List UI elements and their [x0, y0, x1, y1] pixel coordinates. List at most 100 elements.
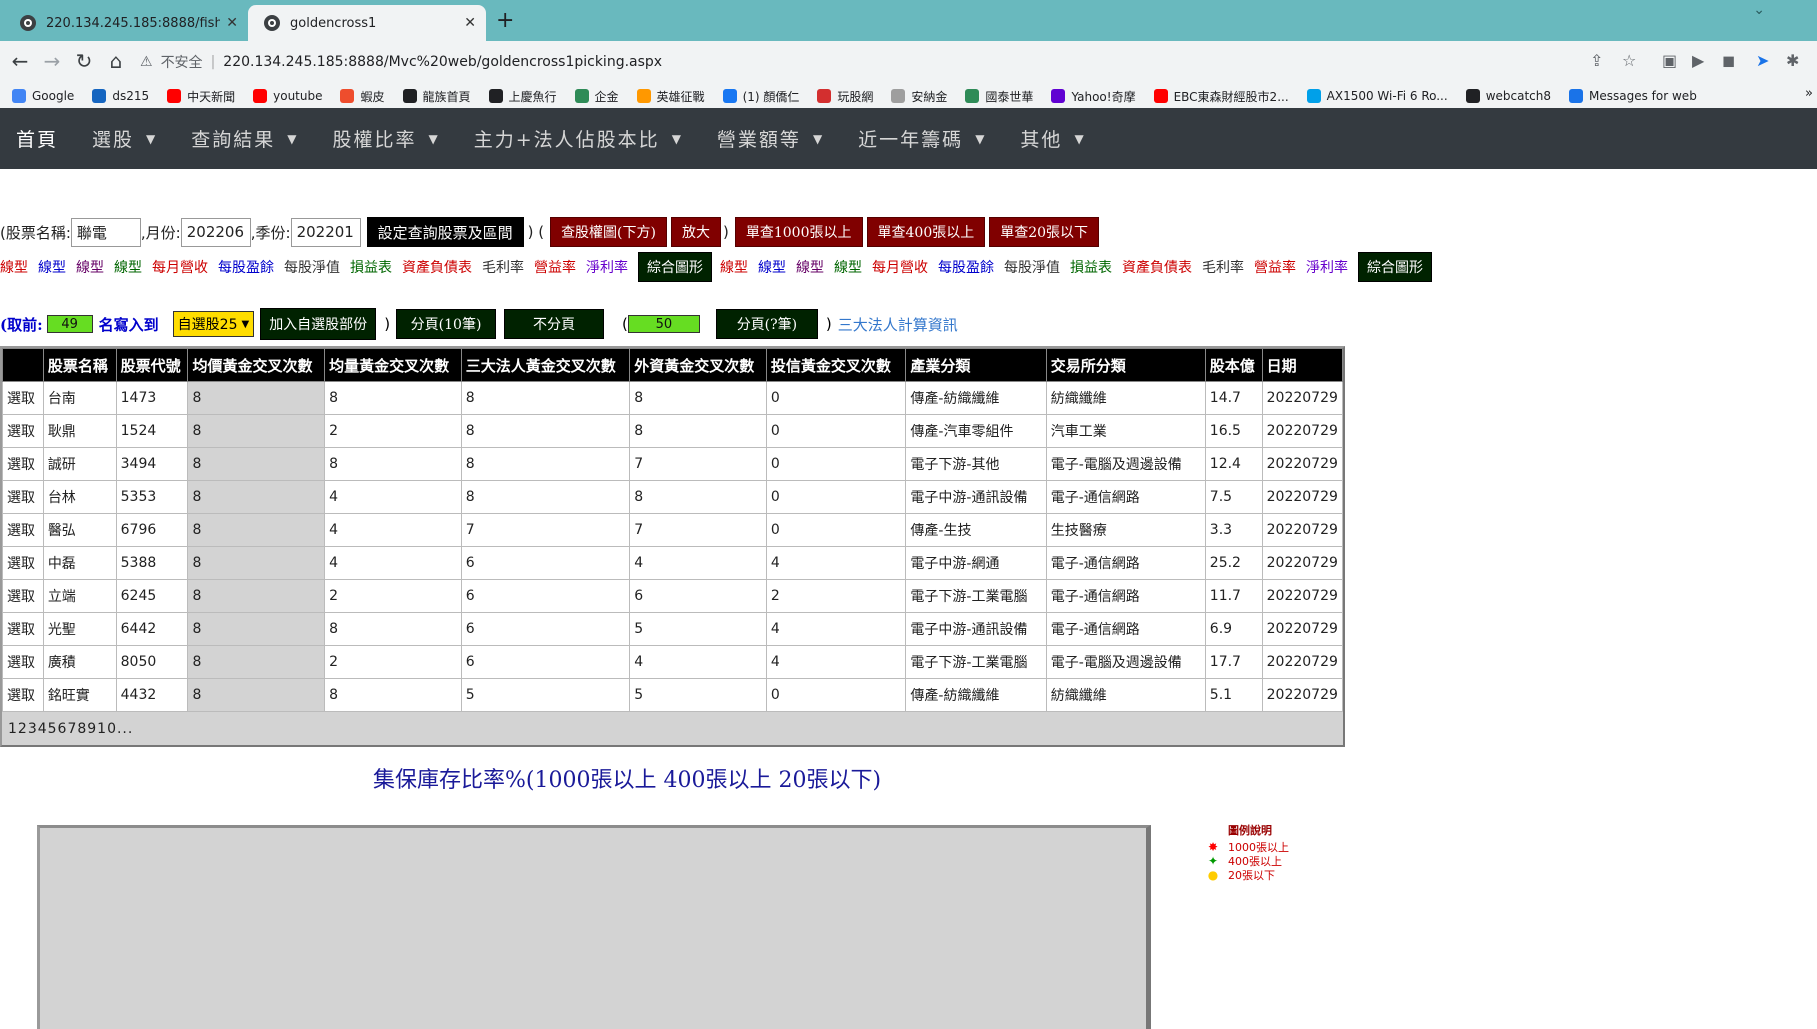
select-link[interactable]: 選取	[2, 579, 44, 613]
chart-link[interactable]: 線型	[38, 257, 66, 277]
composite-chart-button[interactable]: 綜合圖形	[638, 252, 712, 282]
nav-menu-query-results[interactable]: 查詢結果 ▼	[191, 125, 298, 152]
select-link[interactable]: 選取	[2, 414, 44, 448]
nav-menu-major-institutional[interactable]: 主力+法人佔股本比 ▼	[474, 125, 683, 152]
bookmark-item[interactable]: ds215	[92, 89, 149, 103]
bookmark-item[interactable]: 龍族首頁	[402, 88, 471, 105]
nav-menu-chips-year[interactable]: 近一年籌碼 ▼	[858, 125, 986, 152]
select-link[interactable]: 選取	[2, 678, 44, 712]
institutional-info-link[interactable]: 三大法人計算資訊	[838, 314, 958, 335]
close-icon[interactable]: ✕	[464, 15, 476, 31]
browser-tab-1[interactable]: 220.134.245.185:8888/fishnew ✕	[4, 5, 248, 41]
chart-link[interactable]: 資產負債表	[402, 257, 472, 277]
chart-link[interactable]: 每月營收	[152, 257, 208, 277]
bookmark-item[interactable]: 蝦皮	[340, 88, 385, 105]
query-400-button[interactable]: 單查400張以上	[866, 217, 986, 247]
nav-menu-stock-picking[interactable]: 選股 ▼	[92, 125, 157, 152]
select-link[interactable]: 選取	[2, 645, 44, 679]
chart-link[interactable]: 毛利率	[482, 257, 524, 277]
chart-link[interactable]: 每股淨值	[1004, 257, 1060, 277]
stock-name-input[interactable]: 聯電	[70, 217, 141, 247]
back-arrow-icon[interactable]: ←	[8, 49, 32, 73]
chart-link[interactable]: 損益表	[1070, 257, 1112, 277]
star-icon[interactable]: ☆	[1622, 51, 1636, 70]
pagination-links[interactable]: 12345678910...	[8, 721, 133, 737]
select-link[interactable]: 選取	[2, 546, 44, 580]
select-link[interactable]: 選取	[2, 612, 44, 646]
extension-icon[interactable]: ◼	[1722, 51, 1735, 70]
chart-link[interactable]: 營益率	[534, 257, 576, 277]
chart-link[interactable]: 線型	[0, 257, 28, 277]
share-icon[interactable]: ⇪	[1590, 51, 1603, 70]
nav-menu-other[interactable]: 其他 ▼	[1020, 125, 1085, 152]
chart-link[interactable]: 毛利率	[1202, 257, 1244, 277]
chart-link[interactable]: 線型	[758, 257, 786, 277]
bookmark-item[interactable]: 玩股網	[817, 88, 873, 105]
chart-link[interactable]: 線型	[796, 257, 824, 277]
bookmark-item[interactable]: Google	[12, 89, 74, 103]
close-icon[interactable]: ✕	[226, 15, 238, 31]
bookmark-item[interactable]: 上慶魚行	[488, 88, 557, 105]
chart-link[interactable]: 淨利率	[586, 257, 628, 277]
bookmarks-more-button[interactable]: »	[1805, 86, 1813, 101]
add-watchlist-button[interactable]: 加入自選股部份	[260, 308, 377, 340]
chart-link[interactable]: 每股盈餘	[938, 257, 994, 277]
extension-icon[interactable]: ➤	[1756, 51, 1769, 70]
bookmark-item[interactable]: 企金	[574, 88, 619, 105]
puzzle-icon[interactable]: ✱	[1786, 51, 1799, 70]
query-1000-button[interactable]: 單查1000張以上	[734, 217, 863, 247]
zoom-button[interactable]: 放大	[671, 217, 721, 247]
chart-link[interactable]: 每股淨值	[284, 257, 340, 277]
address-bar[interactable]: ⚠ 不安全 | 220.134.245.185:8888/Mvc%20web/g…	[140, 47, 1640, 77]
bookmark-item[interactable]: youtube	[253, 89, 322, 103]
chart-link[interactable]: 線型	[720, 257, 748, 277]
nav-home[interactable]: 首頁	[16, 125, 58, 152]
no-paging-button[interactable]: 不分頁	[504, 309, 605, 339]
chart-link[interactable]: 線型	[114, 257, 142, 277]
extension-icon[interactable]: ▣	[1662, 51, 1677, 70]
bookmark-item[interactable]: 安納金	[891, 88, 947, 105]
extension-icon[interactable]: ▶	[1692, 51, 1704, 70]
bookmark-item[interactable]: Messages for web	[1569, 89, 1697, 103]
select-link[interactable]: 選取	[2, 381, 44, 415]
composite-chart-button[interactable]: 綜合圖形	[1358, 252, 1432, 282]
take-top-input[interactable]: 49	[46, 315, 93, 333]
page-10-button[interactable]: 分頁(10筆)	[396, 309, 497, 339]
chevron-down-icon[interactable]: ⌄	[1753, 2, 1765, 18]
page-custom-button[interactable]: 分頁(?筆)	[715, 309, 818, 339]
chart-link[interactable]: 每月營收	[872, 257, 928, 277]
chart-link[interactable]: 線型	[834, 257, 862, 277]
bookmark-item[interactable]: 國泰世華	[965, 88, 1033, 105]
chart-link[interactable]: 資產負債表	[1122, 257, 1192, 277]
bookmark-item[interactable]: EBC東森財經股市2...	[1153, 88, 1289, 105]
bookmark-item[interactable]: 英雄征戰	[636, 88, 705, 105]
forward-arrow-icon[interactable]: →	[40, 49, 64, 73]
set-query-button[interactable]: 設定查詢股票及區間	[366, 217, 524, 247]
bookmark-item[interactable]: AX1500 Wi-Fi 6 Ro...	[1306, 89, 1448, 103]
nav-menu-revenue[interactable]: 營業額等 ▼	[717, 125, 824, 152]
select-link[interactable]: 選取	[2, 480, 44, 514]
nav-menu-equity-ratio[interactable]: 股權比率 ▼	[333, 125, 440, 152]
bookmark-item[interactable]: 中天新聞	[167, 88, 235, 105]
chart-link[interactable]: 營益率	[1254, 257, 1296, 277]
chart-link[interactable]: 淨利率	[1306, 257, 1348, 277]
query-20-button[interactable]: 單查20張以下	[989, 217, 1100, 247]
browser-tab-2[interactable]: goldencross1 ✕	[248, 5, 486, 41]
bookmark-item[interactable]: Yahoo!奇摩	[1051, 88, 1136, 105]
select-link[interactable]: 選取	[2, 513, 44, 547]
home-icon[interactable]: ⌂	[104, 49, 128, 73]
nav-menu-label: 其他	[1020, 129, 1063, 151]
chart-link[interactable]: 損益表	[350, 257, 392, 277]
season-input[interactable]: 202201	[290, 217, 361, 247]
equity-chart-button[interactable]: 查股權圖(下方)	[550, 217, 667, 247]
page-size-input[interactable]: 50	[627, 315, 700, 333]
chart-link[interactable]: 每股盈餘	[218, 257, 274, 277]
select-link[interactable]: 選取	[2, 447, 44, 481]
month-input[interactable]: 202206	[180, 217, 251, 247]
watchlist-select[interactable]: 自選股25 ▼	[172, 311, 255, 337]
chart-link[interactable]: 線型	[76, 257, 104, 277]
reload-icon[interactable]: ↻	[72, 49, 96, 73]
bookmark-item[interactable]: (1) 顏僑仁	[722, 88, 799, 105]
bookmark-item[interactable]: webcatch8	[1465, 89, 1551, 103]
new-tab-button[interactable]: +	[496, 8, 514, 33]
